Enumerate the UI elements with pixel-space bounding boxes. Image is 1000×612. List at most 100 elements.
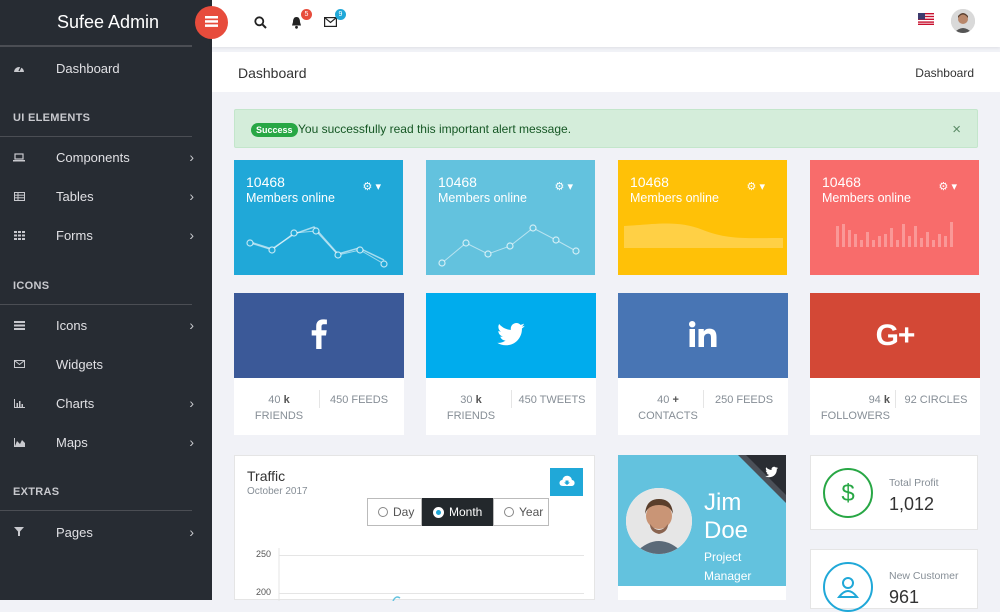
chevron-right-icon: ›: [189, 524, 194, 540]
linkedin-header[interactable]: [618, 293, 788, 378]
stat-unit: k: [883, 394, 890, 406]
linkedin-icon: [689, 321, 717, 350]
sidebar-item-pages[interactable]: Pages ›: [0, 513, 212, 551]
divider: [319, 390, 320, 408]
top-header: 5 9: [195, 0, 1000, 47]
divider: [703, 390, 704, 408]
chevron-right-icon: ›: [189, 149, 194, 165]
sidebar-item-label: Forms: [56, 227, 93, 243]
breadcrumb-link[interactable]: Dashboard: [915, 66, 974, 80]
stat-right: 450 TWEETS: [518, 394, 586, 406]
chevron-right-icon: ›: [189, 188, 194, 204]
sidebar-item-label: Components: [56, 149, 130, 165]
success-alert: Success You successfully read this impor…: [234, 109, 978, 148]
social-stats: 94 k FOLLOWERS 92 CIRCLES: [810, 378, 980, 435]
success-badge: Success: [251, 123, 298, 137]
bar-sparkline: [836, 222, 953, 247]
social-card-facebook: 40 k FRIENDS 450 FEEDS: [234, 293, 404, 435]
facebook-header[interactable]: [234, 293, 404, 378]
profile-role: Project Manager: [704, 548, 751, 586]
laptop-icon: [12, 150, 26, 164]
line-sparkline: [246, 226, 388, 268]
sidebar-item-maps[interactable]: Maps ›: [0, 423, 212, 461]
sidebar-item-label: Widgets: [56, 356, 103, 372]
stat-label: FRIENDS: [254, 410, 304, 422]
close-icon[interactable]: ×: [952, 121, 961, 138]
profile-name: Jim Doe: [704, 489, 748, 545]
mini-stat-value: 1,012: [889, 494, 935, 514]
traffic-panel: Traffic October 2017 Day Month Year 250 …: [234, 455, 595, 601]
facebook-icon: [311, 319, 327, 352]
menu-toggle-button[interactable]: [195, 6, 228, 39]
brand-bold: Admin: [108, 12, 160, 32]
section-title-extras: EXTRAS: [13, 486, 60, 498]
chevron-right-icon: ›: [189, 227, 194, 243]
user-avatar[interactable]: [951, 9, 975, 33]
sidebar-item-label: Dashboard: [56, 60, 120, 76]
profile-avatar[interactable]: [626, 488, 692, 554]
list-icon: [12, 318, 26, 332]
breadcrumb: Dashboard Dashboard: [212, 52, 1000, 92]
sidebar-item-label: Maps: [56, 434, 88, 450]
divider: [895, 390, 896, 408]
stat-number: 40: [268, 394, 281, 406]
area-chart-icon: [12, 435, 26, 449]
stat-right: 250 FEEDS: [714, 394, 774, 406]
stat-number: 94: [868, 394, 881, 406]
stat-unit: +: [672, 394, 679, 406]
google-plus-icon: G+: [875, 318, 916, 352]
mini-stat-value: 961: [889, 587, 920, 607]
sidebar-item-icons[interactable]: Icons ›: [0, 306, 212, 344]
stat-card: 10468 Members online ⚙ ▾: [426, 160, 595, 275]
envelope-icon: [12, 357, 26, 371]
stat-label: FOLLOWERS: [820, 410, 890, 422]
sidebar-item-dashboard[interactable]: Dashboard: [0, 49, 212, 87]
divider: [0, 136, 192, 137]
sidebar-item-charts[interactable]: Charts ›: [0, 384, 212, 422]
divider: [0, 510, 192, 511]
sidebar-item-label: Pages: [56, 524, 93, 540]
sidebar-item-tables[interactable]: Tables ›: [0, 177, 212, 215]
us-flag-icon[interactable]: [918, 13, 934, 25]
total-profit-card: $ Total Profit 1,012: [810, 455, 978, 530]
twitter-header[interactable]: [426, 293, 596, 378]
line-sparkline: [438, 224, 580, 267]
search-icon[interactable]: [252, 14, 268, 30]
mini-stat-label: New Customer: [889, 570, 959, 582]
role-line: Manager: [704, 569, 752, 583]
messages-envelope-icon[interactable]: 9: [322, 9, 346, 30]
sidebar-item-widgets[interactable]: Widgets: [0, 345, 212, 383]
chevron-right-icon: ›: [189, 434, 194, 450]
google-plus-header[interactable]: G+: [810, 293, 980, 378]
stat-right: 92 CIRCLES: [904, 394, 968, 406]
divider: [0, 304, 192, 305]
user-icon: [823, 562, 873, 612]
page-title: Dashboard: [238, 65, 307, 81]
stat-label: CONTACTS: [638, 410, 698, 422]
notification-bell-icon[interactable]: 5: [288, 9, 312, 30]
social-card-twitter: 30 k FRIENDS 450 TWEETS: [426, 293, 596, 435]
message-count-badge: 9: [335, 9, 346, 20]
notification-count-badge: 5: [301, 9, 312, 20]
sidebar-item-components[interactable]: Components ›: [0, 138, 212, 176]
new-customer-card: New Customer 961: [810, 549, 978, 612]
first-name: Jim: [704, 489, 742, 516]
stat-unit: k: [475, 394, 482, 406]
sidebar-item-label: Tables: [56, 188, 94, 204]
sidebar: Sufee Admin Dashboard UI ELEMENTS Compon…: [0, 0, 212, 600]
twitter-icon: [497, 322, 525, 349]
social-stats: 30 k FRIENDS 450 TWEETS: [426, 378, 596, 435]
divider: [0, 46, 192, 47]
stat-card: 10468 Members online ⚙ ▾: [810, 160, 979, 275]
brand-logo[interactable]: Sufee Admin: [0, 0, 192, 46]
stat-card: 10468 Members online ⚙ ▾: [234, 160, 403, 275]
grid-icon: [12, 228, 26, 242]
chevron-right-icon: ›: [189, 395, 194, 411]
last-name: Doe: [704, 517, 749, 544]
traffic-chart: [278, 548, 401, 601]
sidebar-item-forms[interactable]: Forms ›: [0, 216, 212, 254]
dashboard-icon: [12, 61, 26, 75]
menu-icon: [205, 15, 218, 30]
stat-number: 30: [460, 394, 473, 406]
stat-unit: k: [283, 394, 290, 406]
